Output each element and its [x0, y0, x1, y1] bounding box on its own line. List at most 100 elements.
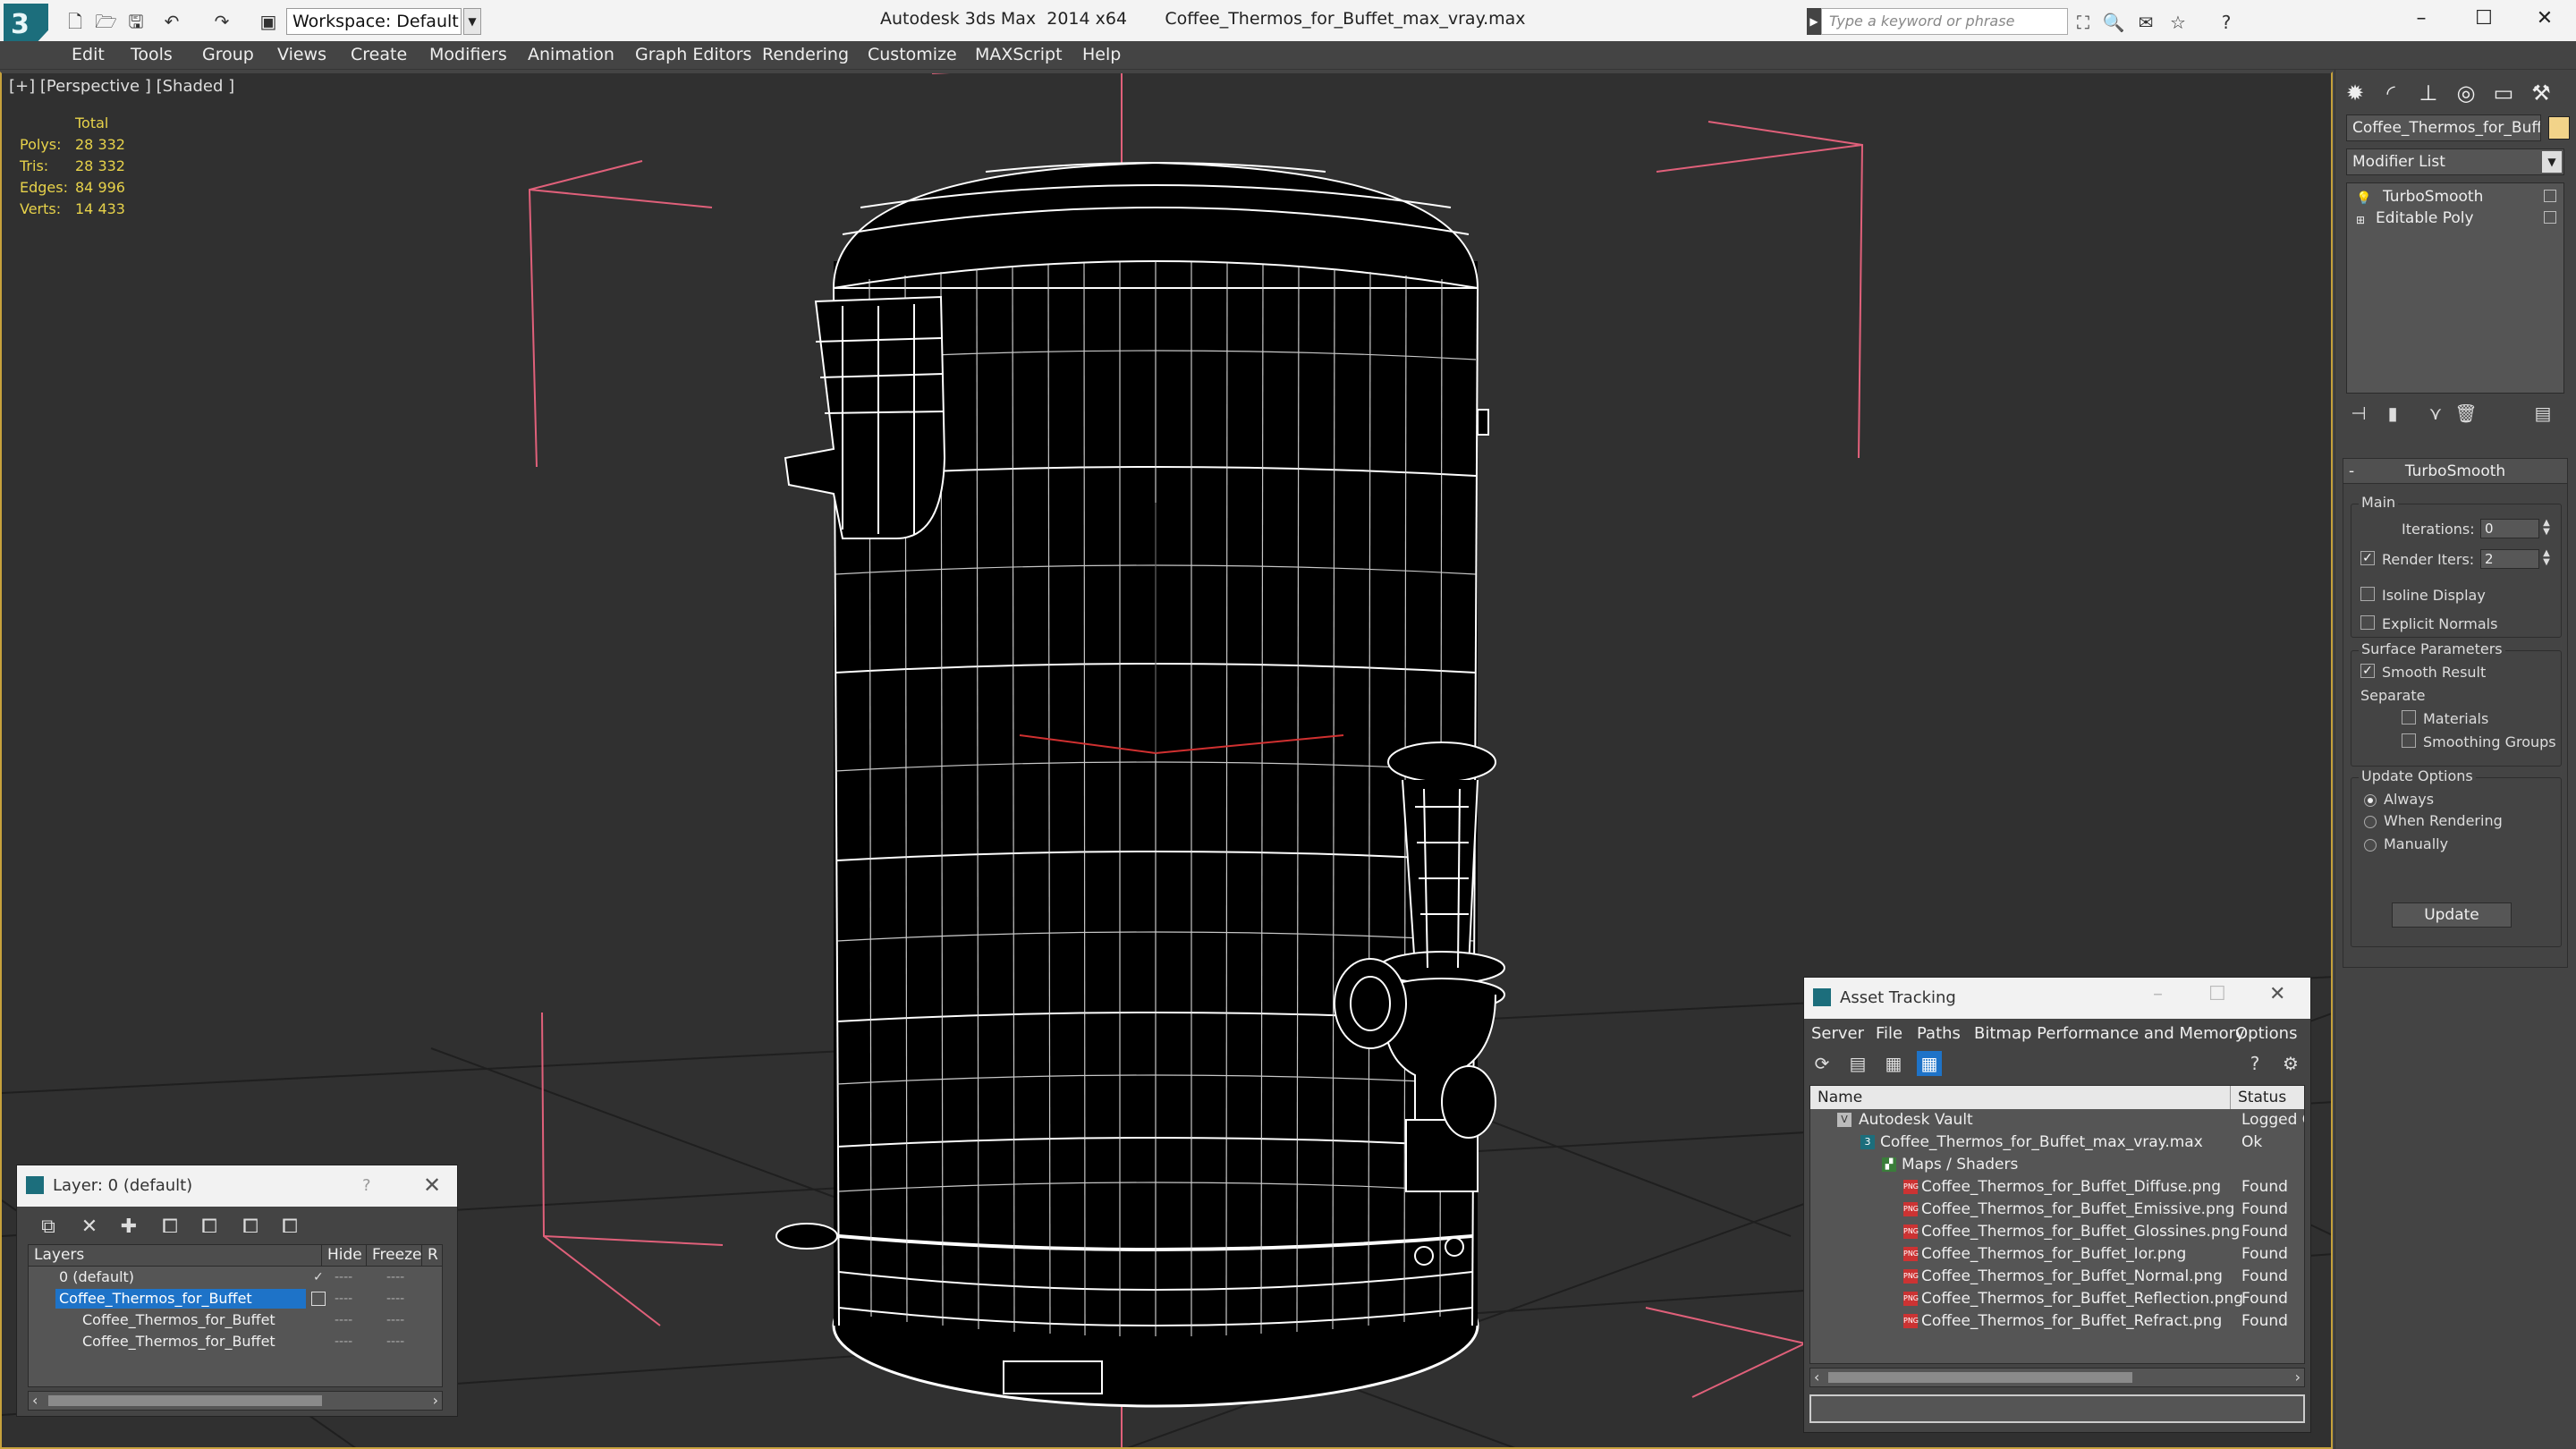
col-header-hide[interactable]: Hide — [322, 1245, 367, 1267]
save-icon[interactable]: 🖫 — [125, 11, 147, 32]
menu-rendering[interactable]: Rendering — [762, 45, 849, 64]
asset-row[interactable]: ▞ Maps / Shaders — [1810, 1154, 2304, 1176]
rollout-header[interactable]: - TurboSmooth — [2343, 459, 2567, 484]
layer-dialog-titlebar[interactable]: Layer: 0 (default) ? ✕ — [17, 1165, 457, 1207]
open-icon[interactable]: 🗁 — [95, 11, 117, 32]
layer-row[interactable]: Coffee_Thermos_for_Buffet ---- ---- — [29, 1309, 442, 1331]
binoculars-icon[interactable]: ⛶ — [2072, 11, 2095, 34]
chevron-down-icon[interactable]: ▼ — [463, 8, 481, 35]
spinner-arrows-icon[interactable]: ▲ ▼ — [2541, 519, 2552, 538]
communication-icon[interactable]: ✉ — [2134, 11, 2157, 34]
freeze-toggle[interactable]: ---- — [386, 1288, 404, 1309]
show-end-result-icon[interactable]: ▮ — [2380, 401, 2405, 426]
minimize-button[interactable]: – — [2390, 0, 2453, 39]
col-header-render[interactable]: R — [422, 1245, 442, 1267]
table-view-icon[interactable]: ▦ — [1917, 1051, 1942, 1076]
menu-modifiers[interactable]: Modifiers — [429, 45, 507, 64]
maximize-button[interactable]: ☐ — [2453, 0, 2515, 39]
modifier-list-dropdown[interactable]: Modifier List ▼ — [2346, 148, 2564, 175]
help-icon[interactable]: ? — [2215, 11, 2238, 34]
hide-toggle[interactable]: ---- — [335, 1309, 352, 1331]
favorites-icon[interactable]: ☆ — [2166, 11, 2190, 34]
new-icon[interactable]: 🗋 — [64, 11, 86, 32]
pin-stack-icon[interactable]: ⊣ — [2346, 401, 2371, 426]
spinner-arrows-icon[interactable]: ▲ ▼ — [2541, 549, 2552, 569]
delete-layer-icon[interactable]: ✕ — [76, 1214, 103, 1241]
maximize-icon[interactable]: ☐ — [2208, 983, 2226, 1005]
menu-options[interactable]: Options — [2235, 1024, 2297, 1043]
menu-server[interactable]: Server — [1811, 1024, 1864, 1043]
expand-icon[interactable]: ⊞ — [2356, 210, 2365, 230]
scroll-right-icon[interactable]: › — [433, 1392, 438, 1409]
current-layer-box-icon[interactable] — [311, 1292, 326, 1306]
asset-row[interactable]: PNG Coffee_Thermos_for_Buffet_Refract.pn… — [1810, 1310, 2304, 1333]
freeze-toggle[interactable]: ---- — [386, 1309, 404, 1331]
project-icon[interactable]: ▣ — [258, 11, 279, 32]
always-radio[interactable] — [2364, 794, 2377, 807]
freeze-toggle[interactable]: ---- — [386, 1331, 404, 1352]
iterations-spinner[interactable]: 0 — [2480, 519, 2539, 538]
explicit-normals-checkbox[interactable] — [2360, 615, 2375, 630]
horizontal-scrollbar[interactable]: ‹ › — [28, 1391, 443, 1411]
remove-modifier-icon[interactable]: 🗑 — [2453, 401, 2479, 426]
col-header-name[interactable]: Name — [1810, 1086, 2231, 1109]
freeze-toggle[interactable]: ---- — [386, 1267, 404, 1288]
stack-item-turbosmooth[interactable]: 💡 TurboSmooth — [2351, 187, 2560, 207]
select-objects-icon[interactable]: ⧠ — [157, 1214, 183, 1241]
menu-customize[interactable]: Customize — [868, 45, 957, 64]
render-iters-checkbox[interactable]: ✓ — [2360, 551, 2375, 565]
object-name-field[interactable]: Coffee_Thermos_for_Buffet — [2346, 114, 2541, 141]
workspace-dropdown[interactable]: Workspace: Default — [286, 8, 462, 35]
asset-tracking-titlebar[interactable]: Asset Tracking – ☐ ✕ — [1804, 978, 2310, 1019]
menu-create[interactable]: Create — [351, 45, 407, 64]
viewport-label[interactable]: [+] [Perspective ] [Shaded ] — [9, 77, 234, 96]
asset-row[interactable]: PNG Coffee_Thermos_for_Buffet_Glossines.… — [1810, 1221, 2304, 1243]
scroll-left-icon[interactable]: ‹ — [1814, 1368, 1819, 1385]
smooth-result-checkbox[interactable]: ✓ — [2360, 664, 2375, 678]
menu-edit[interactable]: Edit — [72, 45, 105, 64]
asset-row[interactable]: PNG Coffee_Thermos_for_Buffet_Emissive.p… — [1810, 1199, 2304, 1221]
scroll-right-icon[interactable]: › — [2295, 1368, 2301, 1385]
smoothing-groups-checkbox[interactable] — [2402, 733, 2416, 748]
menu-graph-editors[interactable]: Graph Editors — [635, 45, 751, 64]
new-layer-icon[interactable]: ⧉ — [35, 1214, 62, 1241]
make-unique-icon[interactable]: ⋎ — [2423, 401, 2448, 426]
menu-file[interactable]: File — [1876, 1024, 1902, 1043]
stack-item-editable-poly[interactable]: ⊞ Editable Poly — [2351, 208, 2560, 228]
undo-icon[interactable]: ↶ — [161, 11, 182, 32]
freeze-all-icon[interactable]: ⧠ — [276, 1214, 303, 1241]
display-tab-icon[interactable]: ▭ — [2487, 77, 2520, 109]
search-icon[interactable]: 🔍 — [2102, 11, 2125, 34]
configure-sets-icon[interactable]: ▤ — [2530, 401, 2555, 426]
hide-toggle[interactable]: ---- — [335, 1267, 352, 1288]
scroll-thumb[interactable] — [48, 1395, 322, 1406]
object-color-swatch[interactable] — [2548, 116, 2570, 140]
help-icon[interactable]: ? — [2242, 1051, 2267, 1076]
when-rendering-radio[interactable] — [2364, 816, 2377, 828]
scroll-thumb[interactable] — [1828, 1372, 2132, 1383]
hierarchy-tab-icon[interactable]: ⊥ — [2412, 77, 2445, 109]
close-button[interactable]: ✕ — [2513, 0, 2576, 39]
search-input[interactable]: Type a keyword or phrase — [1821, 8, 2068, 35]
minimize-icon[interactable]: – — [2153, 983, 2163, 1005]
manually-radio[interactable] — [2364, 839, 2377, 852]
asset-row[interactable]: PNG Coffee_Thermos_for_Buffet_Ior.png Fo… — [1810, 1243, 2304, 1266]
close-icon[interactable]: ✕ — [2269, 983, 2285, 1005]
highlight-layer-icon[interactable]: ⧠ — [196, 1214, 223, 1241]
menu-tools[interactable]: Tools — [131, 45, 173, 64]
materials-checkbox[interactable] — [2402, 710, 2416, 724]
config-icon[interactable] — [2544, 190, 2556, 202]
search-expand-icon[interactable]: ▶ — [1807, 8, 1821, 35]
collapse-icon[interactable]: - — [2349, 459, 2354, 484]
motion-tab-icon[interactable]: ◎ — [2450, 77, 2482, 109]
render-iters-spinner[interactable]: 2 — [2480, 549, 2539, 569]
modify-tab-icon[interactable]: ◜ — [2375, 77, 2407, 109]
layer-row[interactable]: Coffee_Thermos_for_Buffet ---- ---- — [29, 1331, 442, 1352]
menu-group[interactable]: Group — [202, 45, 254, 64]
col-header-layers[interactable]: Layers — [29, 1245, 322, 1267]
utilities-tab-icon[interactable]: ⚒ — [2525, 77, 2557, 109]
close-icon[interactable]: ✕ — [423, 1173, 441, 1198]
col-header-freeze[interactable]: Freeze — [367, 1245, 422, 1267]
menu-views[interactable]: Views — [277, 45, 326, 64]
isoline-checkbox[interactable] — [2360, 587, 2375, 601]
